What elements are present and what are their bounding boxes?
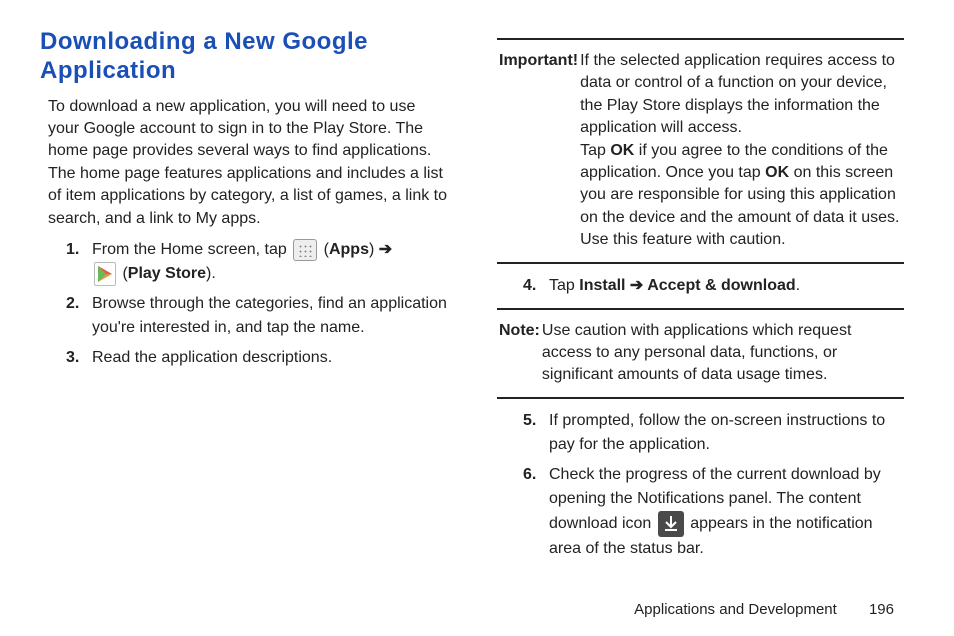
download-icon xyxy=(658,511,684,537)
important-label: Important! xyxy=(499,50,578,252)
step-item: 3. Read the application descriptions. xyxy=(66,346,447,370)
step-5-body: If prompted, follow the on-screen instru… xyxy=(549,409,904,457)
apps-label: Apps xyxy=(329,241,369,258)
step-6-body: Check the progress of the current downlo… xyxy=(549,463,904,561)
steps-list-right-1: 4. Tap Install ➔ Accept & download. xyxy=(523,274,904,298)
step-1-body: From the Home screen, tap (Apps) ➔ (Play… xyxy=(92,238,447,286)
important-callout: Important! If the selected application r… xyxy=(497,50,904,252)
step-item: 6. Check the progress of the current dow… xyxy=(523,463,904,561)
step-4-pre: Tap xyxy=(549,277,579,294)
step-3-body: Read the application descriptions. xyxy=(92,346,447,370)
page-footer: Applications and Development 196 xyxy=(634,601,894,618)
ok-label: OK xyxy=(765,164,789,181)
step-number: 6. xyxy=(523,463,549,561)
important-p2a: Tap xyxy=(580,142,610,159)
note-body: Use caution with applications which requ… xyxy=(542,320,902,387)
divider xyxy=(497,308,904,310)
footer-section: Applications and Development xyxy=(634,601,837,618)
important-p1: If the selected application requires acc… xyxy=(580,52,895,136)
step-number: 3. xyxy=(66,346,92,370)
step-item: 4. Tap Install ➔ Accept & download. xyxy=(523,274,904,298)
step-number: 4. xyxy=(523,274,549,298)
note-label: Note: xyxy=(499,320,540,387)
steps-list-left: 1. From the Home screen, tap (Apps) ➔ (P… xyxy=(66,238,447,370)
apps-grid-icon xyxy=(293,239,317,261)
right-column: Important! If the selected application r… xyxy=(497,28,904,567)
step-item: 2. Browse through the categories, find a… xyxy=(66,292,447,340)
intro-paragraph: To download a new application, you will … xyxy=(48,96,447,230)
steps-list-right-2: 5. If prompted, follow the on-screen ins… xyxy=(523,409,904,561)
divider xyxy=(497,397,904,399)
step-number: 5. xyxy=(523,409,549,457)
step-1-pre: From the Home screen, tap xyxy=(92,241,291,258)
step-4-post: . xyxy=(796,277,800,294)
divider xyxy=(497,38,904,40)
step-4-body: Tap Install ➔ Accept & download. xyxy=(549,274,904,298)
divider xyxy=(497,262,904,264)
page-number: 196 xyxy=(869,601,894,618)
arrow-icon: ➔ xyxy=(374,241,392,258)
section-heading: Downloading a New Google Application xyxy=(40,28,447,86)
important-body: If the selected application requires acc… xyxy=(580,50,902,252)
step-item: 1. From the Home screen, tap (Apps) ➔ (P… xyxy=(66,238,447,286)
step-number: 2. xyxy=(66,292,92,340)
note-callout: Note: Use caution with applications whic… xyxy=(497,320,904,387)
play-store-icon xyxy=(94,262,116,286)
left-column: Downloading a New Google Application To … xyxy=(40,28,447,567)
step-item: 5. If prompted, follow the on-screen ins… xyxy=(523,409,904,457)
ok-label: OK xyxy=(610,142,634,159)
step-2-body: Browse through the categories, find an a… xyxy=(92,292,447,340)
play-store-label: Play Store xyxy=(128,265,206,282)
page-columns: Downloading a New Google Application To … xyxy=(40,28,904,567)
step-number: 1. xyxy=(66,238,92,286)
install-accept-label: Install ➔ Accept & download xyxy=(579,277,795,294)
